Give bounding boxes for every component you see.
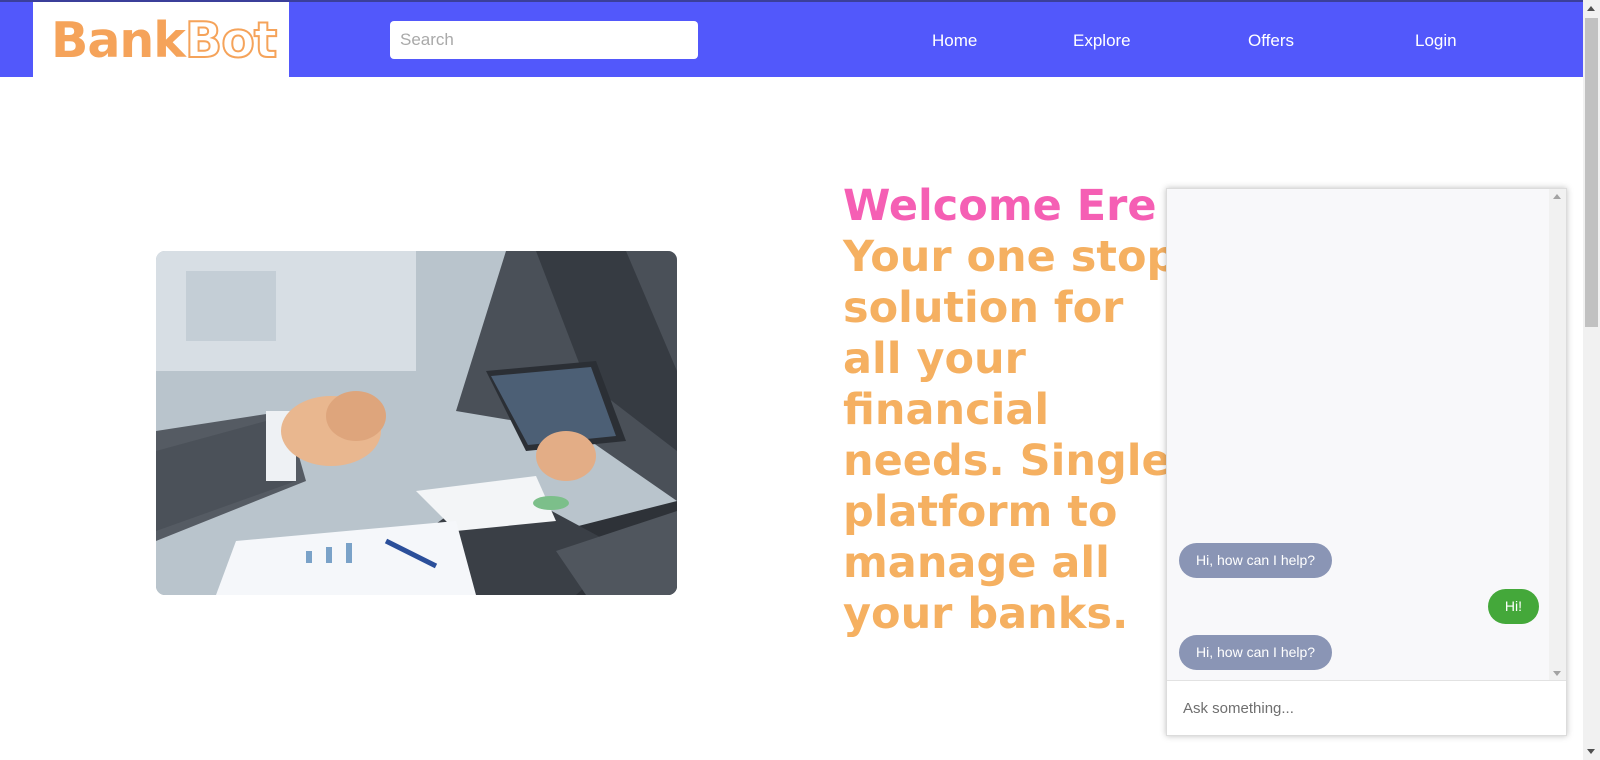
logo-text-bot: Bot [184, 12, 278, 69]
chat-scroll-down-icon[interactable] [1553, 671, 1561, 676]
welcome-heading: Welcome Ere [843, 181, 1157, 231]
nav-link-login[interactable]: Login [1415, 31, 1457, 51]
chat-message-bot: Hi, how can I help? [1179, 543, 1333, 578]
chat-message-user: Hi! [1487, 589, 1539, 624]
handshake-illustration [156, 251, 677, 595]
page: BankBot Home Explore Offers Login [0, 0, 1600, 760]
chatbot-widget: Hi, how can I help? Hi! Hi, how can I he… [1166, 188, 1567, 736]
logo-text: BankBot [51, 15, 278, 66]
page-scrollbar[interactable] [1583, 0, 1600, 760]
tagline: Your one stop solution for all your fina… [843, 232, 1178, 639]
logo-text-bank: Bank [51, 12, 186, 69]
scrollbar-thumb[interactable] [1585, 18, 1598, 327]
scroll-up-icon[interactable] [1587, 6, 1595, 11]
nav-link-home[interactable]: Home [932, 31, 977, 51]
chat-scrollbar[interactable] [1549, 189, 1566, 681]
scroll-down-icon[interactable] [1587, 749, 1595, 754]
chat-message-bot: Hi, how can I help? [1179, 635, 1333, 670]
nav-link-offers[interactable]: Offers [1248, 31, 1294, 51]
chat-scroll-up-icon[interactable] [1553, 194, 1561, 199]
hero-text: Welcome Ere Your one stop solution for a… [843, 181, 1183, 640]
chat-messages: Hi, how can I help? Hi! Hi, how can I he… [1167, 189, 1551, 681]
hero-image [156, 251, 677, 595]
nav-link-explore[interactable]: Explore [1073, 31, 1131, 51]
logo[interactable]: BankBot [33, 2, 289, 79]
navbar: BankBot Home Explore Offers Login [0, 0, 1583, 79]
search-input[interactable] [390, 21, 698, 59]
chat-input[interactable] [1167, 680, 1566, 735]
